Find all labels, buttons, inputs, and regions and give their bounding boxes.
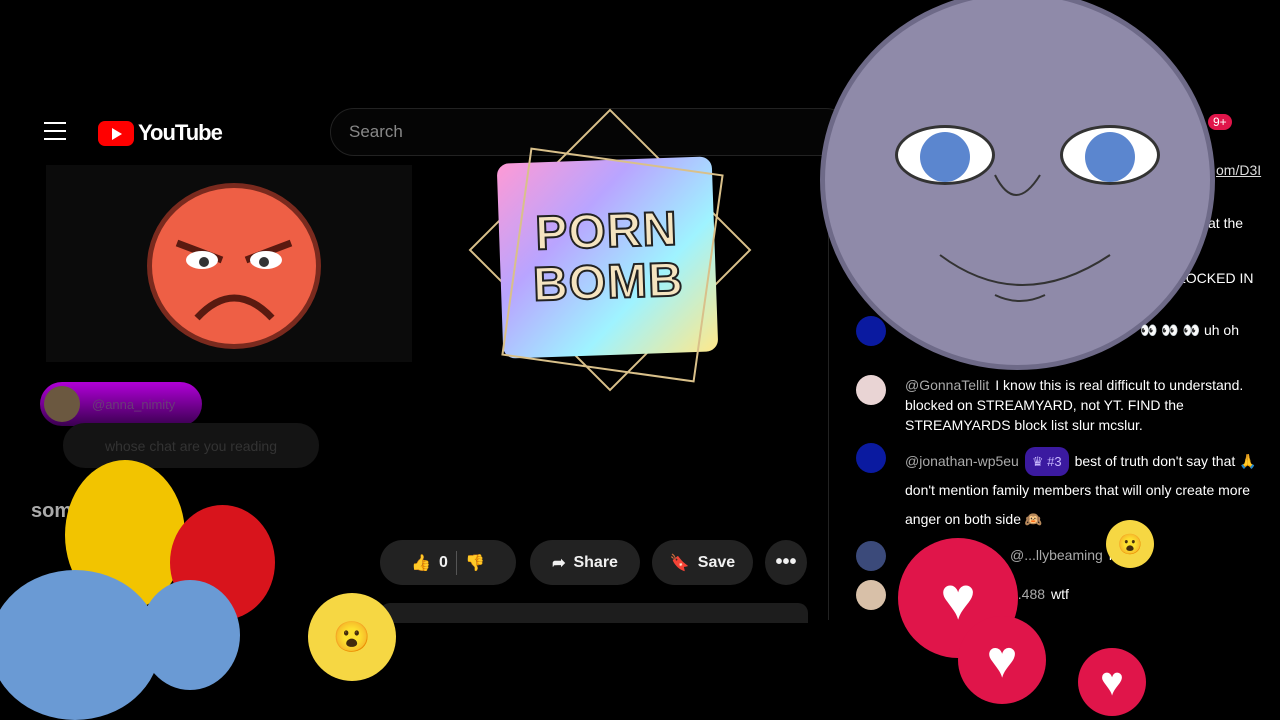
message-text: 👀 👀 👀 uh oh (1140, 322, 1239, 338)
share-button[interactable]: ➦ Share (530, 540, 640, 585)
avatar (856, 375, 886, 405)
avatar (856, 580, 886, 610)
sticker-frame (501, 147, 724, 383)
avatar (856, 541, 886, 571)
more-icon: ••• (775, 551, 797, 573)
overlay-chat-username: @anna_nimity (40, 382, 202, 426)
rank-text: #3 (1047, 454, 1062, 469)
share-label: Share (573, 553, 618, 571)
youtube-logo[interactable]: YouTube (98, 120, 223, 146)
divider (455, 550, 457, 575)
chat-message: @jonathan-wp5eu ♛ #3 best of truth don't s… (905, 447, 1270, 534)
notification-badge[interactable]: 9+ (1208, 114, 1232, 130)
message-text: at the (1208, 215, 1244, 231)
chat-link[interactable]: om/D3I (1216, 162, 1261, 178)
save-label: Save (697, 553, 736, 571)
overlay-chat-message: whose chat are you reading (63, 423, 319, 468)
chat-message: ...488 wtf (1010, 584, 1280, 604)
chat-username[interactable]: @jonathan-wp5eu (905, 453, 1019, 469)
menu-icon[interactable] (44, 122, 66, 140)
bookmark-icon: 🔖 (669, 554, 690, 572)
share-icon: ➦ (552, 554, 566, 572)
more-button[interactable]: ••• (765, 540, 807, 585)
wow-reaction-icon: 😮 (308, 593, 396, 681)
message-text: whose chat are you reading (105, 437, 277, 454)
search-placeholder: Search (349, 122, 403, 141)
heart-reaction-icon: ♥ (958, 616, 1046, 704)
like-dislike-group[interactable]: 👍 0 👎 (380, 540, 516, 585)
thumbs-up-reaction (0, 570, 160, 720)
chat-message: @GonnaTellit I know this is real difficul… (905, 375, 1270, 435)
youtube-play-icon (98, 120, 134, 146)
heart-reaction-icon: ♥ (1078, 648, 1146, 716)
rank-badge: ♛ #3 (1024, 447, 1069, 476)
chat-username[interactable]: @...llybeaming (1010, 547, 1103, 563)
thumbs-up-reaction (140, 580, 240, 690)
description-box[interactable] (380, 603, 808, 623)
avatar (856, 443, 886, 473)
thumbs-up-icon[interactable]: 👍 (411, 553, 431, 573)
message-text: wtf (1051, 586, 1069, 602)
wow-reaction-icon: 😮 (1106, 520, 1154, 568)
username-text: @anna_nimity (92, 396, 176, 412)
like-count: 0 (439, 553, 448, 571)
moon-face-overlay (820, 0, 1215, 370)
thumbs-down-icon[interactable]: 👎 (465, 553, 485, 573)
chat-username[interactable]: @GonnaTellit (905, 377, 989, 393)
save-button[interactable]: 🔖 Save (652, 540, 753, 585)
chat-message: at the (1208, 213, 1278, 233)
avatar (44, 386, 80, 422)
chat-message: 👀 👀 👀 uh oh (1140, 320, 1278, 340)
logo-text: YouTube (138, 120, 223, 145)
angry-face-icon (147, 183, 321, 349)
